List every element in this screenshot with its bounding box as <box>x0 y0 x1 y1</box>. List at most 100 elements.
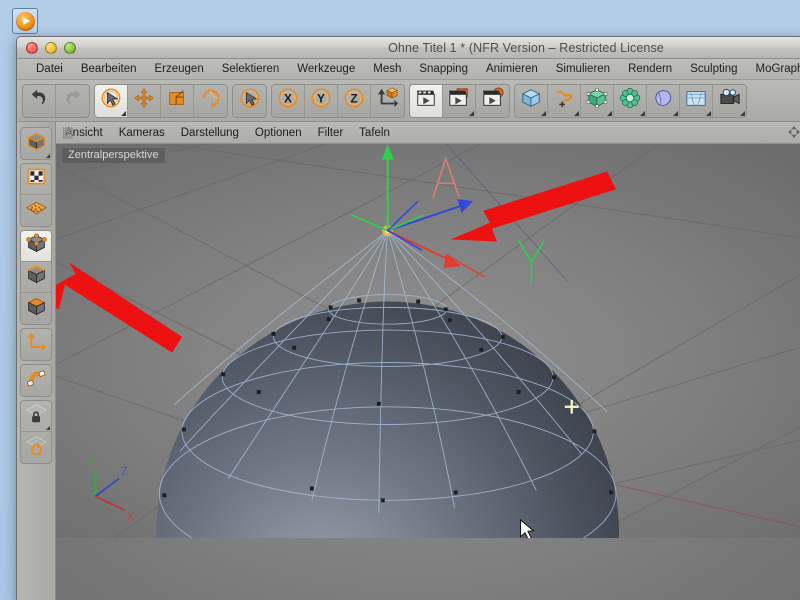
menu-item-animieren[interactable]: Animieren <box>477 61 547 78</box>
toolbar-group-transform-tools <box>94 83 228 118</box>
spline-icon <box>553 87 575 114</box>
svg-text:Z: Z <box>350 92 357 106</box>
viewport-menu-tafeln[interactable]: Tafeln <box>351 125 398 141</box>
mode-button-magnet[interactable] <box>21 365 51 396</box>
move-icon <box>133 87 155 114</box>
polygons-mode-icon <box>26 296 47 322</box>
toolbar-button-camera[interactable] <box>713 85 746 117</box>
svg-text:Z: Z <box>121 466 128 478</box>
viewport-menu-filter[interactable]: Filter <box>310 125 352 141</box>
toolbar-button-redo-arrow[interactable] <box>56 85 89 117</box>
toolbar-button-undo-arrow[interactable] <box>23 84 56 117</box>
svg-text:Y: Y <box>317 92 325 106</box>
pan-nub-icon[interactable] <box>787 125 800 139</box>
menu-item-simulieren[interactable]: Simulieren <box>547 61 619 78</box>
toolbar-group-object-creation <box>514 83 747 118</box>
play-ball-glyph <box>15 11 35 31</box>
toolbar-button-render-picture-viewer[interactable] <box>443 84 476 117</box>
toolbar-button-spline[interactable] <box>548 84 581 117</box>
menu-corner-indicator[interactable] <box>607 110 612 116</box>
viewport-menu-darstellung[interactable]: Darstellung <box>173 125 247 141</box>
menu-item-werkzeuge[interactable]: Werkzeuge <box>288 61 364 78</box>
toolbar-button-move[interactable] <box>128 84 161 117</box>
menu-corner-indicator[interactable] <box>46 426 50 430</box>
menu-corner-indicator[interactable] <box>574 110 579 116</box>
nurbs-cube-icon <box>586 87 608 114</box>
menu-item-rendern[interactable]: Rendern <box>619 61 681 78</box>
select-cursor-icon <box>100 87 122 114</box>
toolbar-button-nurbs-cube[interactable] <box>581 84 614 117</box>
toolbar-button-world-object-axis[interactable] <box>371 85 404 117</box>
menu-item-snapping[interactable]: Snapping <box>410 61 477 78</box>
toolbar-button-render-view[interactable] <box>410 84 443 117</box>
left-group-component-modes <box>20 230 52 325</box>
lock-grid-icon <box>25 403 47 429</box>
main-menu-bar: Datei Bearbeiten Erzeugen Selektieren Werkze… <box>17 59 800 80</box>
toolbar-button-axis-y[interactable]: Y <box>305 84 338 117</box>
mode-button-texture-axis[interactable] <box>21 164 51 195</box>
mode-button-edges-mode[interactable] <box>21 262 51 293</box>
toolbar-button-environment[interactable] <box>680 84 713 117</box>
menu-corner-indicator[interactable] <box>469 110 474 116</box>
toolbar-group-axis-locks: X Y Z <box>271 83 405 118</box>
toolbar-button-cube-primitive[interactable] <box>515 84 548 117</box>
toolbar-button-axis-x[interactable]: X <box>272 84 305 117</box>
workspace: Ansicht Kameras Darstellung Optionen Filter T… <box>17 122 800 600</box>
svg-text:X: X <box>284 92 292 106</box>
array-icon <box>619 87 641 114</box>
toolbar-group-render-tools <box>409 83 510 118</box>
left-group-magnet-group <box>20 364 52 397</box>
menu-item-mograph[interactable]: MoGraph <box>747 61 800 78</box>
mode-button-object-mode[interactable] <box>21 128 51 159</box>
mode-button-quantize[interactable] <box>21 432 51 463</box>
menu-corner-indicator[interactable] <box>640 110 645 116</box>
toolbar-button-undo-view[interactable] <box>233 85 266 117</box>
menu-item-mesh[interactable]: Mesh <box>364 61 410 78</box>
environment-icon <box>685 87 707 114</box>
quantize-icon <box>25 435 47 461</box>
menu-item-selektieren[interactable]: Selektieren <box>213 61 289 78</box>
toolbar-button-rotate[interactable] <box>194 85 227 117</box>
mode-button-points-mode[interactable] <box>21 231 51 262</box>
menu-item-datei[interactable]: Datei <box>27 61 72 78</box>
toolbar-button-deformer[interactable] <box>647 84 680 117</box>
viewport-3d[interactable]: Y Z X Zentralperspektive <box>56 144 800 600</box>
main-toolbar: X Y Z <box>17 80 800 122</box>
viewport-menu-kameras[interactable]: Kameras <box>111 125 173 141</box>
toolbar-button-select-cursor[interactable] <box>95 84 128 117</box>
viewport-menu-optionen[interactable]: Optionen <box>247 125 310 141</box>
perspective-label: Zentralperspektive <box>61 147 166 164</box>
window-title: Ohne Titel 1 * (NFR Version – Restricted… <box>388 40 664 55</box>
mode-button-texture-mode[interactable] <box>21 195 51 226</box>
render-settings-icon <box>482 87 504 114</box>
play-ball-icon[interactable] <box>12 8 38 34</box>
menu-item-sculpting[interactable]: Sculpting <box>681 61 746 78</box>
axis-mode-icon <box>26 331 47 358</box>
undo-view-icon <box>239 87 261 114</box>
toolbar-button-axis-z[interactable]: Z <box>338 84 371 117</box>
axis-y-icon: Y <box>310 87 332 114</box>
menu-corner-indicator[interactable] <box>706 110 711 116</box>
mode-button-polygons-mode[interactable] <box>21 293 51 324</box>
axis-x-icon: X <box>277 87 299 114</box>
scale-icon <box>166 87 188 114</box>
mode-button-lock-grid[interactable] <box>21 401 51 432</box>
left-group-mode-group-1 <box>20 127 52 160</box>
mode-button-axis-mode[interactable] <box>21 329 51 360</box>
svg-text:X: X <box>127 511 134 523</box>
toolbar-button-scale[interactable] <box>161 84 194 117</box>
menu-corner-indicator[interactable] <box>673 110 678 116</box>
menu-item-bearbeiten[interactable]: Bearbeiten <box>72 61 146 78</box>
menu-corner-indicator[interactable] <box>121 110 126 116</box>
viewport-grip-handle[interactable] <box>63 127 73 139</box>
toolbar-button-render-settings[interactable] <box>476 85 509 117</box>
cinema4d-window: Ohne Titel 1 * (NFR Version – Restricted… <box>16 36 800 600</box>
texture-axis-icon <box>26 166 47 192</box>
menu-corner-indicator[interactable] <box>740 110 745 116</box>
menu-corner-indicator[interactable] <box>541 110 546 116</box>
toolbar-button-array[interactable] <box>614 84 647 117</box>
menu-corner-indicator[interactable] <box>46 154 50 158</box>
left-group-lock-group <box>20 400 52 464</box>
menu-item-erzeugen[interactable]: Erzeugen <box>145 61 212 78</box>
viewport-scene: Y Z X <box>56 144 800 538</box>
